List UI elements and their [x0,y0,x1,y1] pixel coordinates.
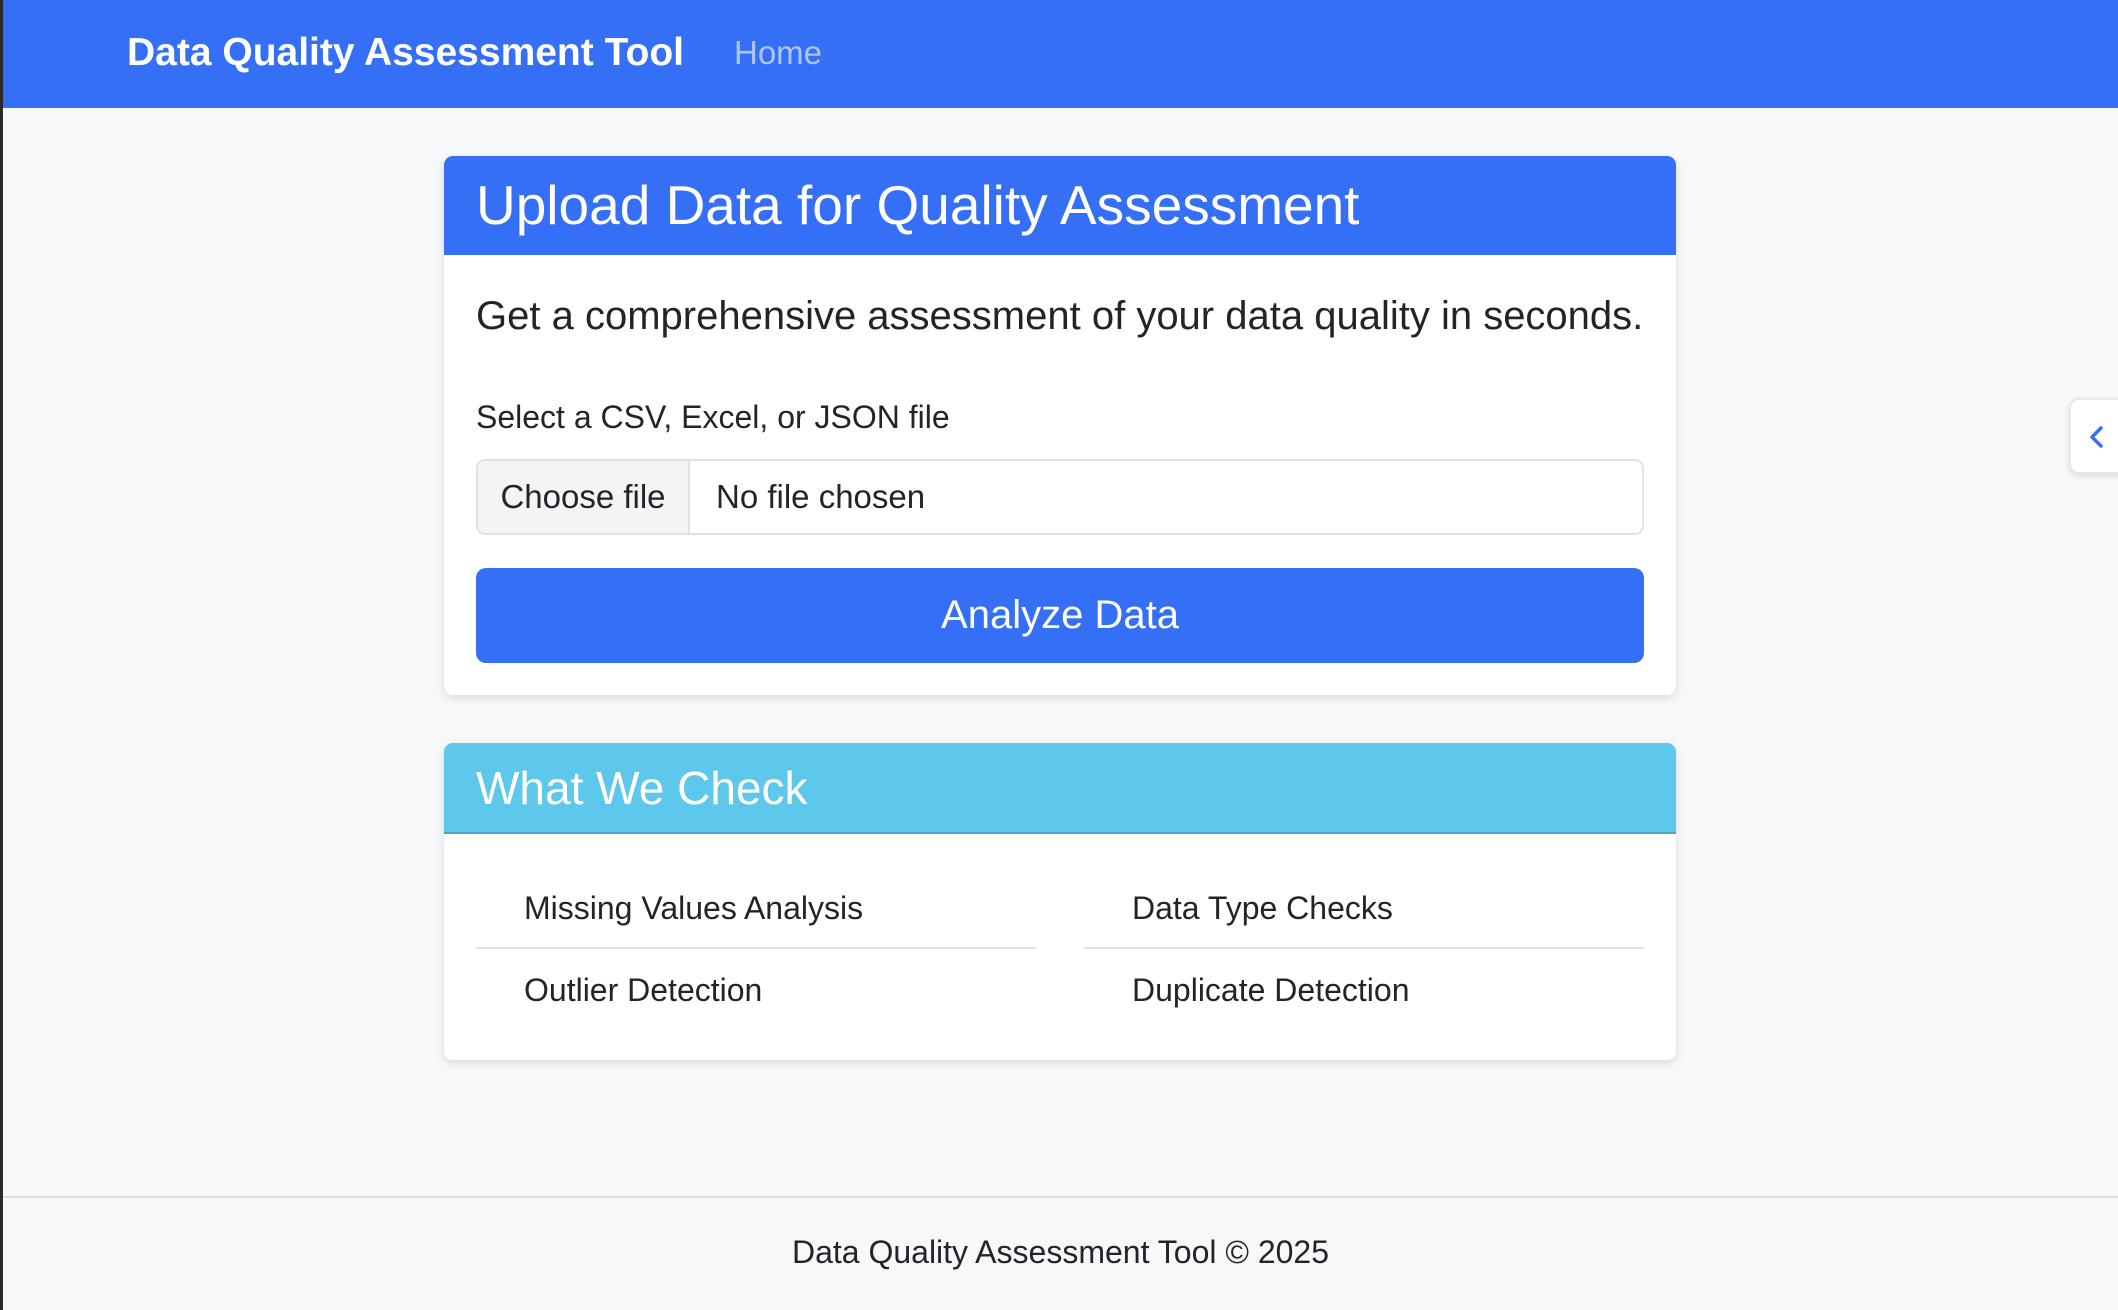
what-we-check-title: What We Check [444,743,1676,834]
choose-file-button[interactable]: Choose file [478,461,690,533]
footer: Data Quality Assessment Tool © 2025 [3,1196,2118,1310]
file-input-label: Select a CSV, Excel, or JSON file [476,399,950,435]
check-item-data-type: Data Type Checks [1084,867,1644,949]
analyze-data-button[interactable]: Analyze Data [476,568,1644,663]
navbar: Data Quality Assessment Tool Home [3,0,2118,108]
what-we-check-card: What We Check Missing Values Analysis Da… [444,743,1676,1060]
side-panel-toggle[interactable] [2069,398,2118,474]
check-item-outlier: Outlier Detection [524,972,763,1008]
check-item-missing-values: Missing Values Analysis [476,867,1036,949]
upload-card-title: Upload Data for Quality Assessment [444,156,1676,255]
nav-link-home[interactable]: Home [734,33,822,73]
upload-card: Upload Data for Quality Assessment Get a… [444,156,1676,695]
navbar-brand[interactable]: Data Quality Assessment Tool [127,29,684,77]
window-edge [0,0,3,1310]
file-status-text: No file chosen [716,478,926,515]
footer-copyright: Data Quality Assessment Tool © 2025 [791,1234,1330,1270]
chevron-left-icon [2090,426,2103,448]
file-input[interactable]: Choose file No file chosen [476,459,1644,535]
upload-lead-text: Get a comprehensive assessment of your d… [476,294,1644,338]
check-item-duplicate: Duplicate Detection [1132,972,1410,1008]
